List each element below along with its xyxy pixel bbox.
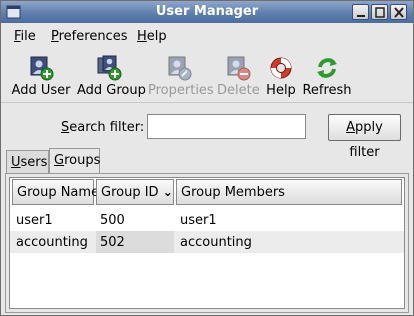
maximize-button[interactable] (371, 4, 388, 20)
delete-icon (227, 56, 251, 81)
help-label: Help (266, 83, 296, 98)
maximize-icon (375, 7, 385, 18)
refresh-label: Refresh (302, 83, 352, 98)
toolbar: Add User Add Group Properties Delete Hel… (1, 51, 413, 103)
group-name-cell: user1 (16, 213, 53, 228)
minimize-button[interactable] (352, 4, 369, 20)
tab-groups[interactable]: Groups (49, 148, 100, 174)
add-group-label: Add Group (77, 83, 146, 98)
column-header-group-id[interactable]: Group ID ⌄ (96, 179, 174, 205)
menu-file[interactable]: File (14, 29, 36, 44)
user-manager-window: User Manager File Preferences Help Add U… (0, 0, 414, 316)
properties-icon (168, 56, 192, 81)
delete-label: Delete (217, 83, 260, 98)
search-filter-label: Search filter: (61, 120, 145, 135)
groups-panel: Group Name Group ID ⌄ Group Members user… (5, 173, 409, 313)
refresh-button[interactable]: Refresh (302, 55, 352, 98)
table-row[interactable]: accounting 502 accounting (10, 231, 404, 253)
group-members-cell: accounting (180, 235, 252, 250)
group-id-cell: 502 (96, 231, 174, 253)
add-user-label: Add User (11, 83, 71, 98)
minimize-icon (357, 15, 365, 17)
table-row[interactable]: user1 500 user1 (10, 209, 404, 231)
menu-bar: File Preferences Help (1, 25, 413, 49)
column-header-group-members[interactable]: Group Members (176, 179, 402, 205)
menu-help[interactable]: Help (137, 29, 167, 44)
delete-button[interactable]: Delete (217, 55, 260, 98)
add-group-button[interactable]: Add Group (77, 55, 146, 98)
search-filter-input[interactable] (147, 114, 306, 139)
add-group-icon (97, 55, 122, 81)
column-header-group-name[interactable]: Group Name (12, 179, 99, 205)
group-id-cell: 500 (100, 213, 125, 228)
refresh-icon (317, 58, 337, 78)
groups-table: Group Name Group ID ⌄ Group Members user… (9, 177, 405, 309)
tab-users[interactable]: Users (6, 150, 49, 174)
properties-label: Properties (148, 83, 214, 98)
sort-chevron-down-icon: ⌄ (162, 185, 173, 199)
add-user-button[interactable]: Add User (11, 55, 71, 98)
apply-filter-button[interactable]: Apply filter (328, 114, 401, 160)
properties-button[interactable]: Properties (148, 55, 214, 98)
add-user-icon (30, 56, 54, 81)
help-button[interactable]: Help (265, 55, 297, 98)
help-lifebuoy-icon (270, 57, 292, 79)
close-icon (394, 7, 404, 18)
menu-preferences[interactable]: Preferences (51, 29, 127, 44)
group-members-cell: user1 (180, 213, 217, 228)
group-name-cell: accounting (16, 235, 88, 250)
close-button[interactable] (390, 4, 407, 20)
title-bar: User Manager (1, 1, 413, 23)
